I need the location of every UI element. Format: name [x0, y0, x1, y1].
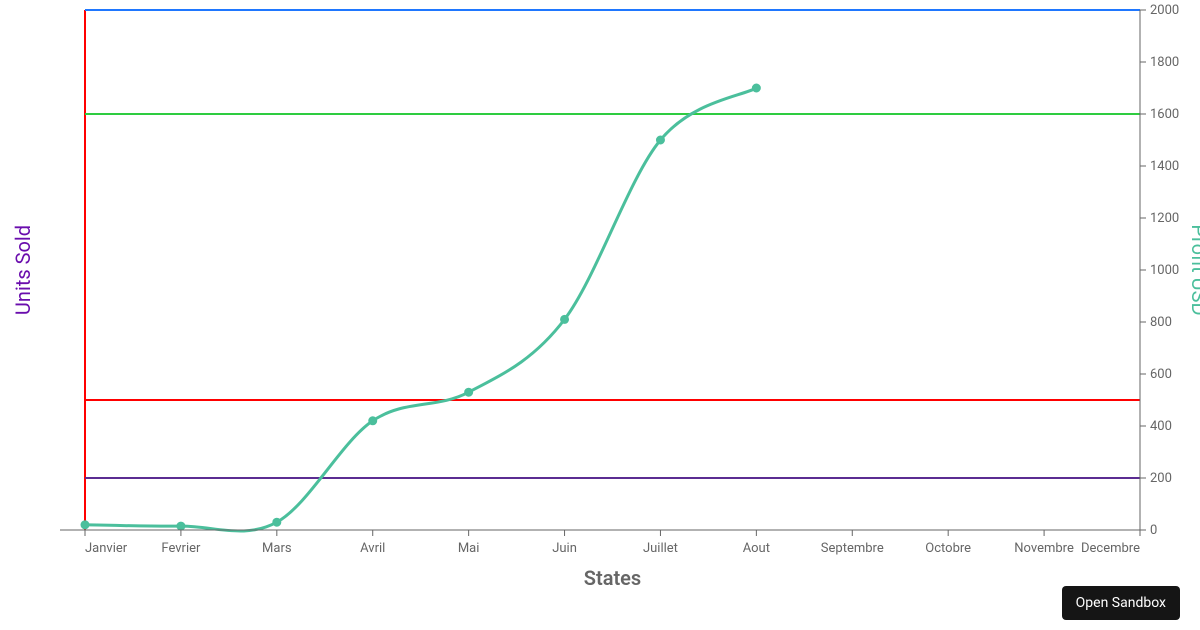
- y-tick-label: 200: [1150, 471, 1172, 486]
- x-tick-label: Avril: [360, 541, 385, 556]
- y-tick-label: 0: [1150, 523, 1157, 538]
- x-axis-title: States: [584, 566, 641, 590]
- x-tick-label: Octobre: [925, 541, 971, 556]
- x-tick-label: Septembre: [821, 541, 884, 556]
- series-line-profit: [85, 88, 756, 531]
- y-tick-label: 2000: [1150, 3, 1179, 18]
- series-point: [752, 84, 760, 92]
- x-tick-label: Mars: [262, 541, 292, 556]
- y-tick-label: 1800: [1150, 55, 1179, 70]
- x-tick-label: Fevrier: [161, 541, 201, 556]
- y-tick-label: 600: [1150, 367, 1172, 382]
- series-point: [465, 388, 473, 396]
- x-tick-label: Juin: [552, 541, 577, 556]
- series-point: [561, 315, 569, 323]
- series-point: [369, 417, 377, 425]
- x-tick-label: Janvier: [85, 541, 128, 556]
- x-tick-label: Aout: [743, 541, 770, 556]
- y-tick-label: 1200: [1150, 211, 1179, 226]
- series-point: [177, 522, 185, 530]
- y-tick-label: 400: [1150, 419, 1172, 434]
- y-tick-label: 1000: [1150, 263, 1179, 278]
- y-tick-label: 1400: [1150, 159, 1179, 174]
- open-sandbox-button[interactable]: Open Sandbox: [1062, 586, 1180, 620]
- y-left-axis-title: Units Sold: [11, 225, 35, 315]
- x-tick-label: Decembre: [1081, 541, 1140, 556]
- series-point: [656, 136, 664, 144]
- chart-container: Janvier Fevrier Mars Avril Mai Juin Juillet Aou…: [0, 0, 1200, 630]
- x-tick-label: Juillet: [643, 541, 678, 556]
- y-tick-label: 800: [1150, 315, 1172, 330]
- x-tick-label: Novembre: [1014, 541, 1074, 556]
- series-point: [81, 521, 89, 529]
- y-right-axis-title: Profit USD: [1187, 224, 1200, 315]
- series-point: [273, 518, 281, 526]
- y-tick-label: 1600: [1150, 107, 1179, 122]
- chart-svg: Janvier Fevrier Mars Avril Mai Juin Juillet Aou…: [0, 0, 1200, 630]
- x-tick-label: Mai: [458, 541, 480, 556]
